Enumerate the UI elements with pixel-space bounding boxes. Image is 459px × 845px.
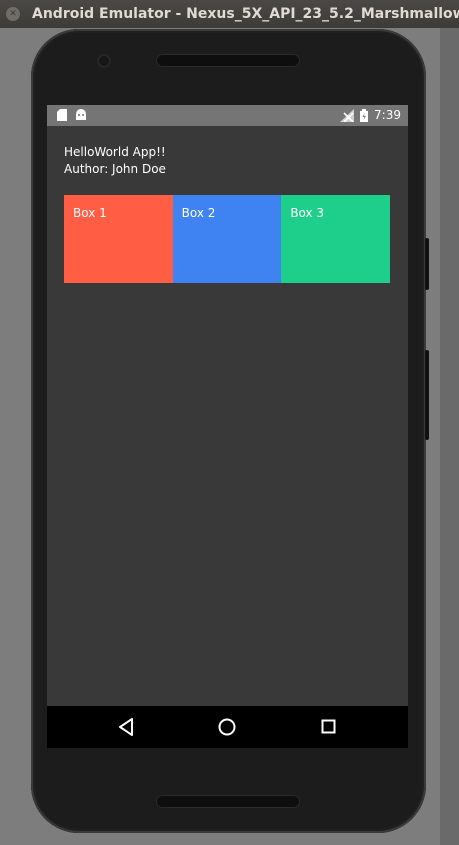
recents-icon[interactable] bbox=[320, 717, 338, 737]
close-window-button[interactable]: ✕ bbox=[6, 7, 20, 21]
power-button[interactable] bbox=[425, 238, 429, 290]
app-header: HelloWorld App!! Author: John Doe bbox=[64, 144, 166, 178]
box-2-label: Box 2 bbox=[181, 206, 216, 220]
no-signal-icon bbox=[340, 108, 355, 122]
window-title: Android Emulator - Nexus_5X_API_23_5.2_M… bbox=[32, 6, 459, 22]
volume-button[interactable] bbox=[425, 350, 429, 440]
window-titlebar: ✕ Android Emulator - Nexus_5X_API_23_5.2… bbox=[0, 0, 459, 28]
box-row: Box 1 Box 2 Box 3 bbox=[64, 195, 390, 283]
status-bar: 7:39 bbox=[47, 105, 408, 126]
app-author: Author: John Doe bbox=[64, 162, 166, 176]
emulator-side-panel bbox=[440, 28, 459, 845]
top-speaker bbox=[156, 54, 300, 67]
box-1: Box 1 bbox=[64, 195, 173, 283]
status-time: 7:39 bbox=[374, 108, 401, 122]
bottom-speaker bbox=[156, 795, 300, 808]
sd-card-icon bbox=[57, 109, 67, 121]
box-1-label: Box 1 bbox=[73, 206, 107, 220]
android-icon bbox=[76, 109, 86, 120]
box-2: Box 2 bbox=[172, 195, 282, 283]
navigation-bar bbox=[47, 706, 408, 748]
box-3: Box 3 bbox=[281, 195, 390, 283]
device-screen[interactable]: 7:39 HelloWorld App!! Author: John Doe B… bbox=[47, 105, 408, 748]
battery-icon bbox=[360, 108, 369, 122]
home-icon[interactable] bbox=[217, 717, 237, 737]
front-camera bbox=[97, 54, 111, 68]
app-title: HelloWorld App!! bbox=[64, 145, 166, 159]
back-icon[interactable] bbox=[117, 717, 135, 737]
box-3-label: Box 3 bbox=[290, 206, 325, 220]
